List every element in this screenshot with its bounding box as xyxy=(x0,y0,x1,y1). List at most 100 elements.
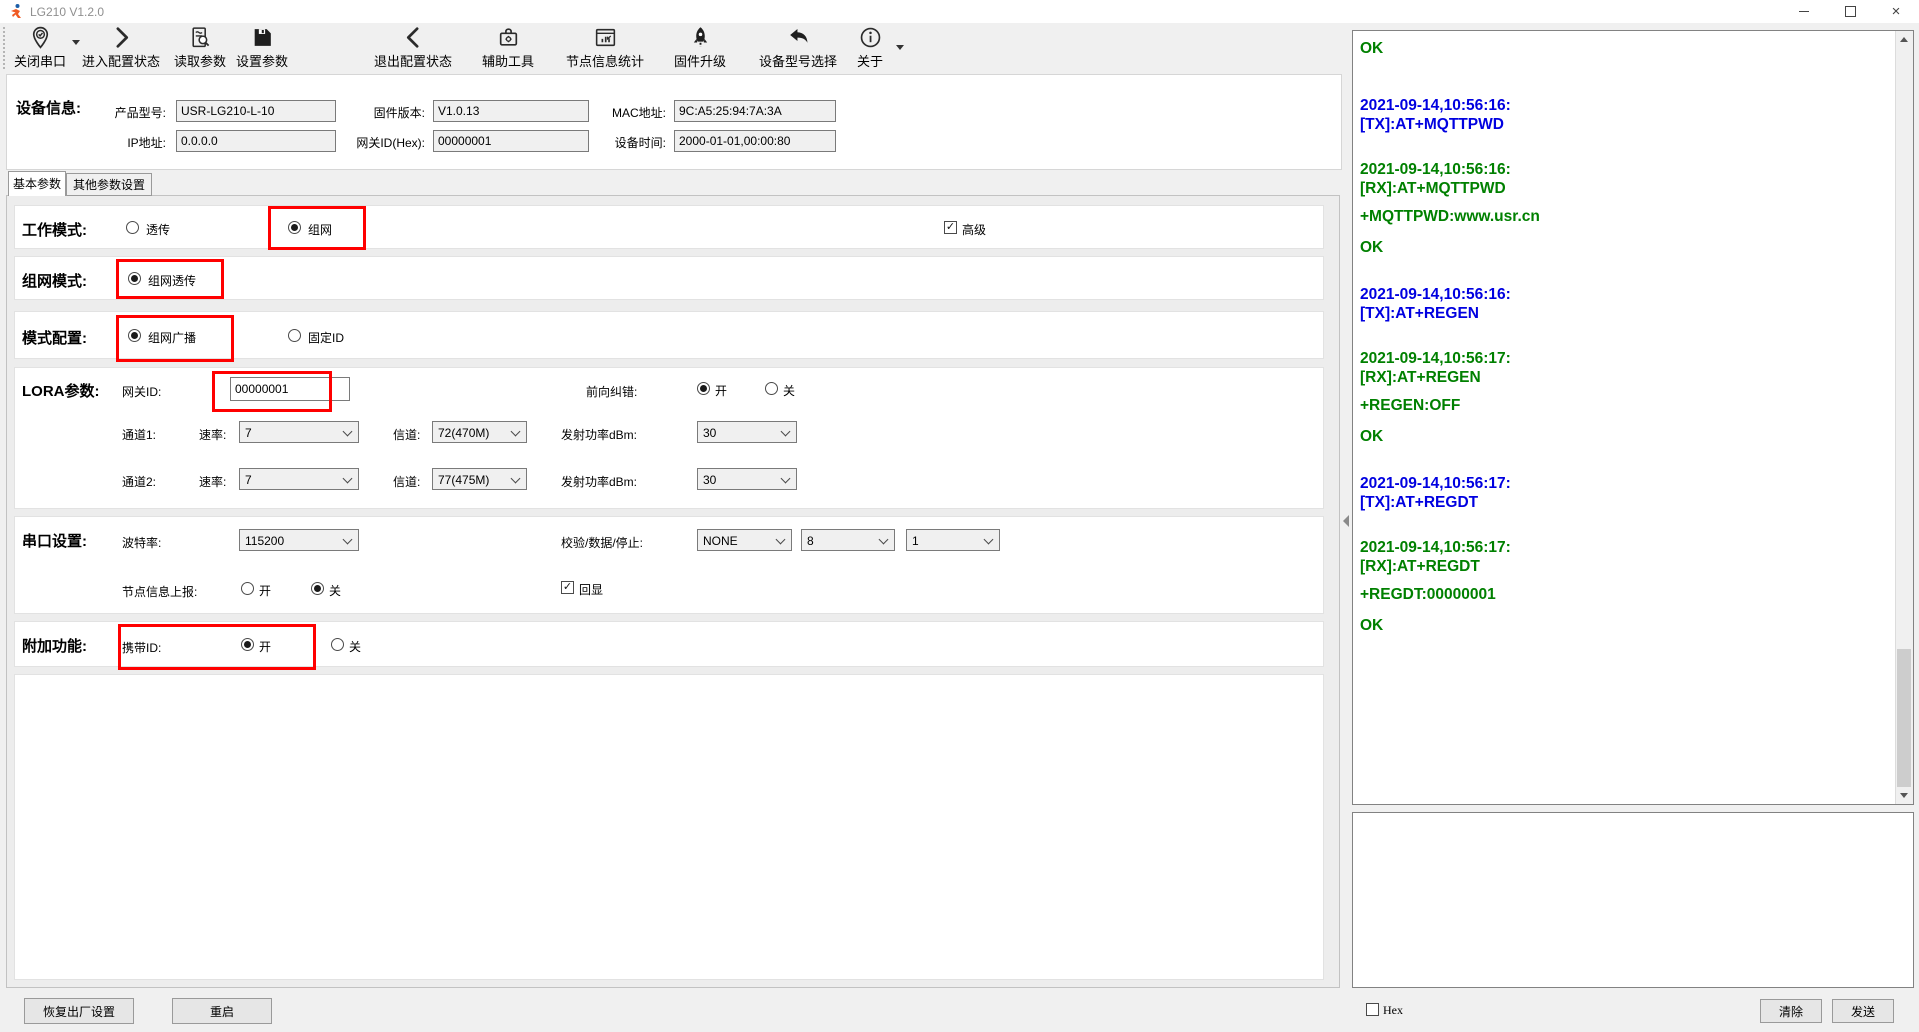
chevron-down-icon xyxy=(343,427,353,437)
log-entry: OK xyxy=(1360,238,1893,257)
channel2-chan-label: 信道: xyxy=(393,473,420,490)
maximize-button[interactable] xyxy=(1827,0,1873,23)
mode-config-title: 模式配置: xyxy=(22,327,87,348)
hex-checkbox[interactable] xyxy=(1366,1003,1379,1016)
toolbar-close-serial-button[interactable]: 关闭串口 xyxy=(8,25,72,70)
mode-config-fixed-id-radio[interactable] xyxy=(288,329,301,342)
toolbar-aux-tools-button[interactable]: 辅助工具 xyxy=(478,25,538,70)
log-output-panel[interactable]: OK 2021-09-14,10:56:16:[TX]:AT+MQTTPWD 2… xyxy=(1352,30,1914,805)
chevron-down-icon xyxy=(781,474,791,484)
channel1-power-select[interactable]: 30 xyxy=(697,421,797,443)
advanced-label[interactable]: 高级 xyxy=(962,221,986,238)
parity-select[interactable]: NONE xyxy=(697,529,792,551)
chevron-down-icon xyxy=(511,474,521,484)
close-button[interactable]: × xyxy=(1873,0,1919,23)
ip-address-label: IP地址: xyxy=(58,134,166,151)
log-entry: +MQTTPWD:www.usr.cn xyxy=(1360,207,1893,226)
fec-on-label[interactable]: 开 xyxy=(715,382,727,399)
node-report-off-label[interactable]: 关 xyxy=(329,582,341,599)
log-scrollbar[interactable] xyxy=(1895,31,1913,804)
gateway-id-annotation-box xyxy=(212,371,332,412)
toolbar-read-params-button[interactable]: 读取参数 xyxy=(172,25,228,70)
toolbar-device-model-button[interactable]: 设备型号选择 xyxy=(748,25,848,70)
panel-splitter-collapse-icon[interactable] xyxy=(1343,515,1349,527)
mac-address-field[interactable] xyxy=(674,100,836,122)
stop-bits-select[interactable]: 1 xyxy=(906,529,1000,551)
channel1-rate-select[interactable]: 7 xyxy=(239,421,359,443)
app-window: LG210 V1.2.0 × 关闭串口 进入配置状态 读取参数 设置参数 退出配… xyxy=(0,0,1919,1032)
work-mode-transparent-radio[interactable] xyxy=(126,221,139,234)
toolbar-set-params-button[interactable]: 设置参数 xyxy=(234,25,290,70)
gateway-id-hex-label: 网关ID(Hex): xyxy=(330,134,425,151)
product-model-field[interactable] xyxy=(176,100,336,122)
scrollbar-thumb[interactable] xyxy=(1897,649,1911,787)
chevron-down-icon xyxy=(879,535,889,545)
gateway-id-hex-field[interactable] xyxy=(433,130,589,152)
carry-id-off-radio[interactable] xyxy=(331,638,344,651)
scroll-up-icon[interactable] xyxy=(1900,37,1908,42)
reboot-button[interactable]: 重启 xyxy=(172,998,272,1024)
node-report-off-radio[interactable] xyxy=(311,582,324,595)
echo-checkbox[interactable]: ✓ xyxy=(561,581,574,594)
fec-off-radio[interactable] xyxy=(765,382,778,395)
echo-label[interactable]: 回显 xyxy=(579,581,603,598)
minimize-button[interactable] xyxy=(1781,0,1827,23)
log-entry: 2021-09-14,10:56:17:[RX]:AT+REGEN xyxy=(1360,349,1893,387)
advanced-checkbox[interactable]: ✓ xyxy=(944,221,957,234)
toolbar-node-stats-button[interactable]: 节点信息统计 xyxy=(556,25,654,70)
chevron-down-icon xyxy=(984,535,994,545)
product-model-label: 产品型号: xyxy=(58,104,166,121)
minimize-icon xyxy=(1799,11,1809,12)
channel1-rate-label: 速率: xyxy=(199,426,226,443)
mode-config-fixed-id-label[interactable]: 固定ID xyxy=(308,329,344,346)
net-mode-title: 组网模式: xyxy=(22,270,87,291)
close-icon: × xyxy=(1892,4,1901,19)
log-entry: OK xyxy=(1360,616,1893,635)
fec-off-label[interactable]: 关 xyxy=(783,382,795,399)
baud-rate-label: 波特率: xyxy=(122,534,161,551)
data-bits-select[interactable]: 8 xyxy=(801,529,895,551)
fec-label: 前向纠错: xyxy=(586,383,637,400)
channel2-rate-select[interactable]: 7 xyxy=(239,468,359,490)
node-report-on-radio[interactable] xyxy=(241,582,254,595)
factory-reset-button[interactable]: 恢复出厂设置 xyxy=(24,998,134,1024)
fec-on-radio[interactable] xyxy=(697,382,710,395)
channel2-power-label: 发射功率dBm: xyxy=(561,473,637,490)
about-dropdown-icon[interactable] xyxy=(896,45,904,50)
node-report-label: 节点信息上报: xyxy=(122,583,197,600)
mac-address-label: MAC地址: xyxy=(576,104,666,121)
channel1-chan-select[interactable]: 72(470M) xyxy=(432,421,527,443)
maximize-icon xyxy=(1845,6,1856,17)
scroll-down-icon[interactable] xyxy=(1900,793,1908,798)
carry-id-off-label[interactable]: 关 xyxy=(349,638,361,655)
empty-section-area xyxy=(14,674,1324,980)
chevron-down-icon xyxy=(511,427,521,437)
clear-button[interactable]: 清除 xyxy=(1760,999,1822,1023)
ip-address-field[interactable] xyxy=(176,130,336,152)
log-entry: 2021-09-14,10:56:17:[TX]:AT+REGDT xyxy=(1360,474,1893,512)
node-report-on-label[interactable]: 开 xyxy=(259,582,271,599)
channel1-power-label: 发射功率dBm: xyxy=(561,426,637,443)
send-input-box[interactable] xyxy=(1352,812,1914,988)
work-mode-transparent-label[interactable]: 透传 xyxy=(146,221,170,238)
device-time-field[interactable] xyxy=(674,130,836,152)
baud-rate-select[interactable]: 115200 xyxy=(239,529,359,551)
channel2-chan-select[interactable]: 77(475M) xyxy=(432,468,527,490)
serial-settings-title: 串口设置: xyxy=(22,530,87,551)
tab-other-params[interactable]: 其他参数设置 xyxy=(66,173,152,196)
toolbar-enter-config-button[interactable]: 进入配置状态 xyxy=(78,25,164,70)
hex-label[interactable]: Hex xyxy=(1383,1003,1403,1018)
back-arrow-icon xyxy=(786,25,811,50)
toolbar-exit-config-button[interactable]: 退出配置状态 xyxy=(370,25,456,70)
chevron-left-icon xyxy=(401,25,426,50)
firmware-version-field[interactable] xyxy=(433,100,589,122)
firmware-version-label: 固件版本: xyxy=(330,104,425,121)
toolbar-about-button[interactable]: 关于 xyxy=(850,25,890,70)
tab-basic-params[interactable]: 基本参数 xyxy=(8,171,66,196)
chevron-down-icon xyxy=(776,535,786,545)
send-button[interactable]: 发送 xyxy=(1832,999,1894,1023)
toolbar-firmware-upgrade-button[interactable]: 固件升级 xyxy=(666,25,734,70)
log-entry: 2021-09-14,10:56:16:[TX]:AT+MQTTPWD xyxy=(1360,96,1893,134)
carry-id-annotation-box xyxy=(118,624,316,670)
channel2-power-select[interactable]: 30 xyxy=(697,468,797,490)
